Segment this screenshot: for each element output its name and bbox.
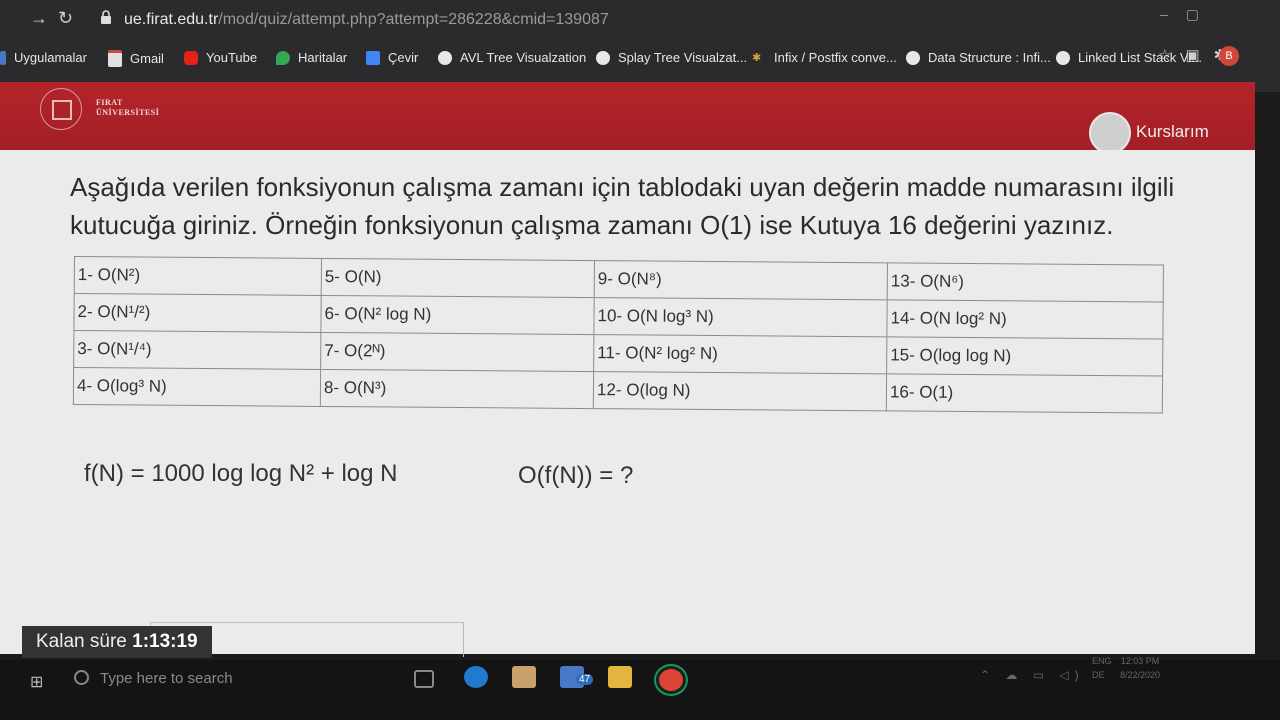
windows-taskbar: ⊞ Type here to search 47 ⌃ ☁ ▭ ◁) ENG DE…: [0, 656, 1280, 720]
table-cell: 15- O(log log N): [886, 336, 1163, 377]
bookmark-infix-postfix[interactable]: ✱ Infix / Postfix conve...: [752, 50, 897, 65]
table-cell: 10- O(N log³ N): [593, 297, 888, 337]
system-tray-icons[interactable]: ⌃ ☁ ▭ ◁): [980, 668, 1085, 682]
bookmark-label: Data Structure : Infi...: [928, 50, 1051, 65]
table-cell: 3- O(N¹/⁴): [73, 330, 321, 370]
quiz-timer: Kalan süre 1:13:19: [22, 626, 212, 658]
globe-icon: [906, 50, 920, 65]
globe-icon: [1056, 50, 1070, 65]
bookmark-splay-tree[interactable]: Splay Tree Visualzat...: [596, 50, 747, 65]
store-icon[interactable]: [512, 666, 536, 688]
bookmark-translate[interactable]: Çevir: [366, 50, 418, 65]
star-icon: ✱: [752, 51, 762, 64]
mail-badge: 47: [576, 674, 594, 685]
windows-start-icon[interactable]: ⊞: [30, 672, 43, 692]
user-avatar[interactable]: [1089, 112, 1131, 154]
youtube-icon: [184, 50, 198, 65]
chrome-icon[interactable]: [654, 664, 688, 696]
bookmark-linked-list[interactable]: Linked List Stack Vi...: [1056, 50, 1202, 65]
site-header: FIRAT ÜNİVERSİTESİ Kurslarım: [0, 82, 1255, 158]
table-cell: 9- O(N⁸): [594, 260, 888, 300]
taskbar-clock[interactable]: 12:03 PM 8/22/2020: [1120, 654, 1160, 682]
bookmark-maps[interactable]: Haritalar: [276, 50, 347, 65]
question-text: Aşağıda verilen fonksiyonun çalışma zama…: [70, 172, 1175, 240]
options-table: 1- O(N²) 5- O(N) 9- O(N⁸) 13- O(N⁶) 2- O…: [73, 256, 1164, 414]
browser-chrome: → ↻ ue.firat.edu.tr/mod/quiz/attempt.php…: [0, 0, 1280, 92]
bookmark-label: Çevir: [388, 50, 419, 65]
university-name-line2: ÜNİVERSİTESİ: [96, 108, 160, 117]
globe-icon: [438, 50, 452, 65]
lock-icon: [101, 10, 111, 24]
university-name-line1: FIRAT: [96, 98, 123, 107]
bookmark-apps[interactable]: Uygulamalar: [0, 50, 87, 65]
courses-link[interactable]: Kurslarım: [1136, 122, 1209, 142]
timer-value: 1:13:19: [132, 631, 198, 652]
bookmark-label: Uygulamalar: [14, 50, 87, 65]
apps-icon: [0, 50, 6, 65]
table-cell: 12- O(log N): [593, 371, 887, 411]
bookmark-gmail[interactable]: Gmail: [108, 50, 164, 67]
bookmark-label: YouTube: [206, 50, 258, 65]
taskbar-search-input[interactable]: Type here to search: [100, 670, 233, 687]
language-code: ENG: [1092, 656, 1112, 666]
table-cell: 1- O(N²): [74, 256, 322, 296]
file-explorer-icon[interactable]: [608, 666, 632, 688]
search-icon[interactable]: [74, 670, 89, 685]
table-row: 4- O(log³ N) 8- O(N³) 12- O(log N) 16- O…: [73, 367, 1163, 414]
task-view-icon[interactable]: [414, 670, 434, 688]
gmail-icon: [108, 50, 122, 67]
table-cell: 4- O(log³ N): [73, 367, 321, 407]
table-cell: 5- O(N): [321, 258, 595, 298]
clock-time: 12:03 PM: [1120, 656, 1160, 666]
bookmark-label: Linked List Stack Vi...: [1078, 50, 1203, 65]
bookmark-label: Infix / Postfix conve...: [774, 50, 897, 65]
bookmark-label: AVL Tree Visualzation: [460, 50, 587, 65]
function-formula: f(N) = 1000 log log N² + log N: [84, 460, 398, 487]
table-cell: 2- O(N¹/²): [73, 293, 322, 333]
edge-icon[interactable]: [464, 666, 488, 688]
table-cell: 16- O(1): [886, 373, 1163, 414]
timer-label: Kalan süre: [36, 631, 127, 652]
globe-icon: [596, 50, 610, 65]
table-cell: 8- O(N³): [320, 369, 594, 409]
bookmarks-bar: Uygulamalar Gmail YouTube Haritalar Çevi…: [0, 44, 1280, 82]
table-cell: 11- O(N² log² N): [593, 334, 887, 374]
keyboard-layout: DE: [1092, 670, 1105, 680]
url-host: ue.firat.edu.tr: [124, 11, 219, 28]
forward-icon[interactable]: →: [30, 8, 48, 29]
bookmark-label: Gmail: [130, 51, 164, 66]
clock-date: 8/22/2020: [1120, 670, 1161, 680]
table-cell: 14- O(N log² N): [886, 299, 1164, 340]
bookmark-data-structure[interactable]: Data Structure : Infi...: [906, 50, 1051, 65]
university-name: FIRAT ÜNİVERSİTESİ: [96, 98, 159, 118]
reload-icon[interactable]: ↻: [58, 8, 73, 29]
table-cell: 7- O(2ᴺ): [320, 332, 594, 372]
window-controls[interactable]: –▢: [1160, 6, 1217, 23]
bookmark-youtube[interactable]: YouTube: [184, 50, 257, 65]
answer-prompt: O(f(N)) = ?: [518, 462, 634, 489]
translate-icon: [366, 50, 380, 65]
table-cell: 6- O(N² log N): [320, 295, 595, 335]
university-logo[interactable]: [40, 88, 82, 130]
bookmark-label: Splay Tree Visualzat...: [618, 50, 748, 65]
bookmark-label: Haritalar: [298, 50, 348, 65]
table-cell: 13- O(N⁶): [887, 262, 1164, 303]
bookmark-avl-tree[interactable]: AVL Tree Visualzation: [438, 50, 586, 65]
url-path: /mod/quiz/attempt.php?attempt=286228&cmi…: [218, 11, 609, 28]
language-indicator[interactable]: ENG DE: [1092, 654, 1112, 682]
maps-icon: [276, 50, 290, 65]
address-bar[interactable]: ue.firat.edu.tr/mod/quiz/attempt.php?att…: [124, 11, 609, 29]
